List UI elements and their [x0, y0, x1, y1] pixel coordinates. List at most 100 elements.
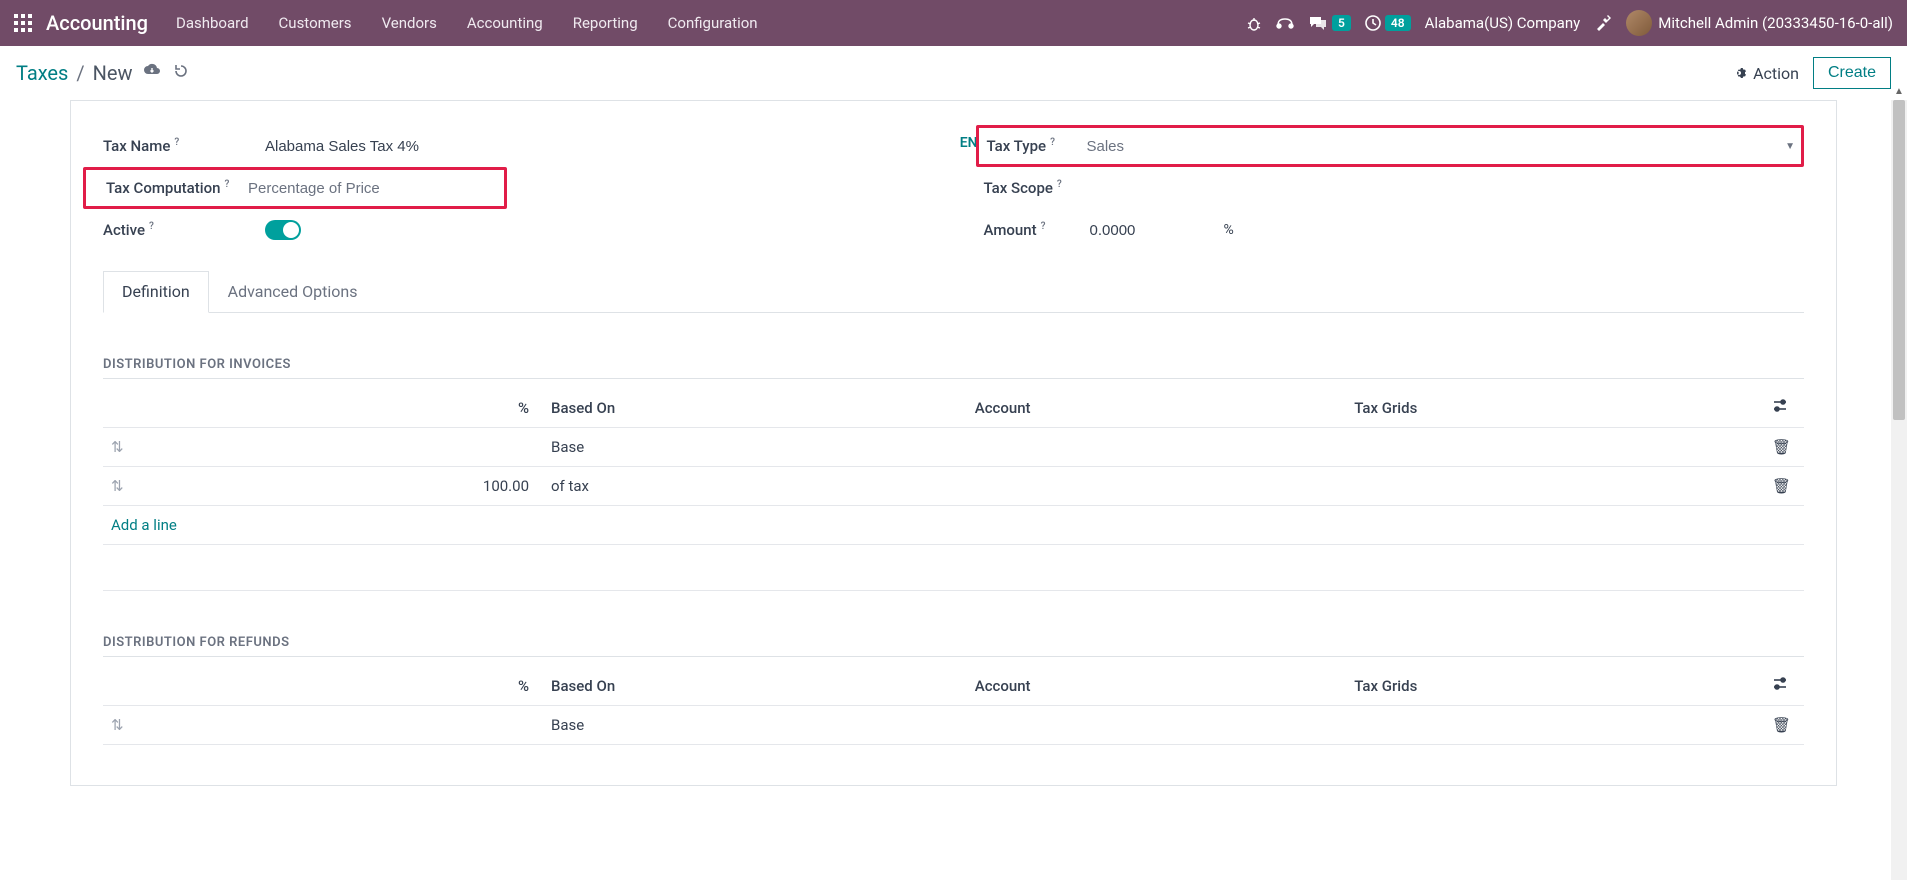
cell-based[interactable]: of tax — [543, 467, 967, 506]
amount-input[interactable] — [1090, 222, 1200, 239]
company-switcher[interactable]: Alabama(US) Company — [1425, 14, 1581, 32]
scrollbar[interactable]: ▲ — [1891, 100, 1907, 880]
navbar: Accounting Dashboard Customers Vendors A… — [0, 0, 1907, 46]
form-left: Tax Name? Tax Computation? — [103, 125, 924, 251]
table-row[interactable]: ⇅ 100.00 of tax 🗑 — [103, 467, 1804, 506]
add-line-link[interactable]: Add a line — [103, 506, 1804, 545]
messages-count: 5 — [1332, 15, 1351, 31]
th-grids: Tax Grids — [1346, 389, 1764, 428]
cell-grids[interactable] — [1346, 706, 1764, 745]
table-row[interactable]: ⇅ Base 🗑 — [103, 428, 1804, 467]
action-label: Action — [1753, 64, 1799, 83]
gear-icon — [1731, 65, 1747, 81]
delete-row-icon[interactable]: 🗑 — [1772, 716, 1791, 734]
nav-customers[interactable]: Customers — [265, 14, 366, 32]
invoices-table: % Based On Account Tax Grids — [103, 389, 1804, 591]
amount-unit: % — [1224, 222, 1234, 238]
tax-scope-label: Tax Scope? — [984, 179, 1090, 197]
tab-advanced[interactable]: Advanced Options — [209, 271, 377, 312]
module-brand[interactable]: Accounting — [46, 11, 162, 35]
cell-account[interactable] — [967, 428, 1347, 467]
tax-computation-label: Tax Computation? — [106, 179, 248, 197]
breadcrumb-current: New — [93, 61, 133, 85]
drag-handle-icon[interactable]: ⇅ — [111, 477, 124, 495]
cell-pct[interactable]: 100.00 — [143, 467, 543, 506]
active-label: Active? — [103, 221, 265, 239]
tax-computation-select[interactable] — [248, 180, 504, 197]
refunds-table: % Based On Account Tax Grids — [103, 667, 1804, 745]
tax-type-label: Tax Type? — [987, 137, 1087, 155]
add-line-row[interactable]: Add a line — [103, 506, 1804, 545]
th-pct: % — [143, 389, 543, 428]
clock-icon — [1365, 15, 1381, 31]
form-sheet: Tax Name? Tax Computation? — [70, 100, 1837, 786]
action-menu[interactable]: Action — [1731, 64, 1799, 83]
th-account: Account — [967, 667, 1347, 706]
th-account: Account — [967, 389, 1347, 428]
th-grids: Tax Grids — [1346, 667, 1764, 706]
amount-label: Amount? — [984, 221, 1090, 239]
user-name: Mitchell Admin (20333450-16-0-all) — [1658, 14, 1893, 32]
cell-based[interactable]: Base — [543, 428, 967, 467]
lang-col: EN — [924, 125, 984, 251]
active-toggle[interactable] — [265, 220, 301, 240]
th-based: Based On — [543, 389, 967, 428]
field-tax-scope: Tax Scope? — [984, 167, 1805, 209]
cell-based[interactable]: Base — [543, 706, 967, 745]
create-button[interactable]: Create — [1813, 57, 1891, 89]
nav-accounting[interactable]: Accounting — [453, 14, 557, 32]
nav-reporting[interactable]: Reporting — [559, 14, 652, 32]
drag-handle-icon[interactable]: ⇅ — [111, 438, 124, 456]
drag-handle-icon[interactable]: ⇅ — [111, 716, 124, 734]
table-row[interactable]: ⇅ Base 🗑 — [103, 706, 1804, 745]
user-menu[interactable]: Mitchell Admin (20333450-16-0-all) — [1626, 10, 1899, 36]
field-tax-name: Tax Name? — [103, 125, 924, 167]
tabs: Definition Advanced Options — [103, 271, 1804, 313]
breadcrumb-icons — [143, 63, 189, 83]
nav-vendors[interactable]: Vendors — [368, 14, 451, 32]
field-tax-type: Tax Type? ▼ — [976, 125, 1805, 167]
tax-scope-select[interactable] — [1090, 180, 1805, 197]
cloud-save-icon[interactable] — [143, 63, 161, 83]
cell-grids[interactable] — [1346, 428, 1764, 467]
nav-configuration[interactable]: Configuration — [654, 14, 772, 32]
field-tax-computation: Tax Computation? — [83, 167, 507, 209]
support-icon[interactable] — [1276, 16, 1294, 30]
avatar — [1626, 10, 1652, 36]
activities-count: 48 — [1385, 15, 1411, 31]
debug-icon[interactable] — [1246, 15, 1262, 31]
apps-grid-icon — [14, 14, 32, 32]
form-right: Tax Type? ▼ Tax Scope? — [984, 125, 1805, 251]
messaging-badge[interactable]: 5 — [1308, 15, 1351, 31]
tax-name-label: Tax Name? — [103, 137, 265, 155]
cell-account[interactable] — [967, 706, 1347, 745]
cell-account[interactable] — [967, 467, 1347, 506]
columns-options-icon[interactable] — [1772, 677, 1788, 695]
breadcrumb-root[interactable]: Taxes — [16, 61, 68, 85]
nav-right: 5 48 Alabama(US) Company Mitchell Admin … — [1246, 10, 1899, 36]
th-pct: % — [143, 667, 543, 706]
nav-dashboard[interactable]: Dashboard — [162, 14, 263, 32]
apps-launcher[interactable] — [0, 0, 46, 46]
columns-options-icon[interactable] — [1772, 399, 1788, 417]
tab-definition[interactable]: Definition — [103, 271, 209, 313]
discard-icon[interactable] — [173, 63, 189, 83]
tools-icon[interactable] — [1594, 14, 1612, 32]
field-active: Active? — [103, 209, 924, 251]
tax-name-input[interactable] — [265, 138, 924, 155]
cell-pct[interactable] — [143, 706, 543, 745]
cell-grids[interactable] — [1346, 467, 1764, 506]
tax-type-select[interactable] — [1087, 138, 1786, 155]
breadcrumb-bar: Taxes / New Action Create — [0, 46, 1907, 100]
scrollbar-thumb[interactable] — [1893, 100, 1905, 420]
breadcrumb: Taxes / New — [16, 61, 133, 85]
cell-pct[interactable] — [143, 428, 543, 467]
nav-menu: Dashboard Customers Vendors Accounting R… — [162, 14, 772, 32]
section-invoices-title: DISTRIBUTION FOR INVOICES — [103, 357, 1804, 379]
breadcrumb-sep: / — [76, 61, 84, 85]
delete-row-icon[interactable]: 🗑 — [1772, 477, 1791, 495]
activities-badge[interactable]: 48 — [1365, 15, 1411, 31]
delete-row-icon[interactable]: 🗑 — [1772, 438, 1791, 456]
scroll-up-icon[interactable]: ▲ — [1894, 86, 1904, 97]
comments-icon — [1308, 15, 1328, 31]
